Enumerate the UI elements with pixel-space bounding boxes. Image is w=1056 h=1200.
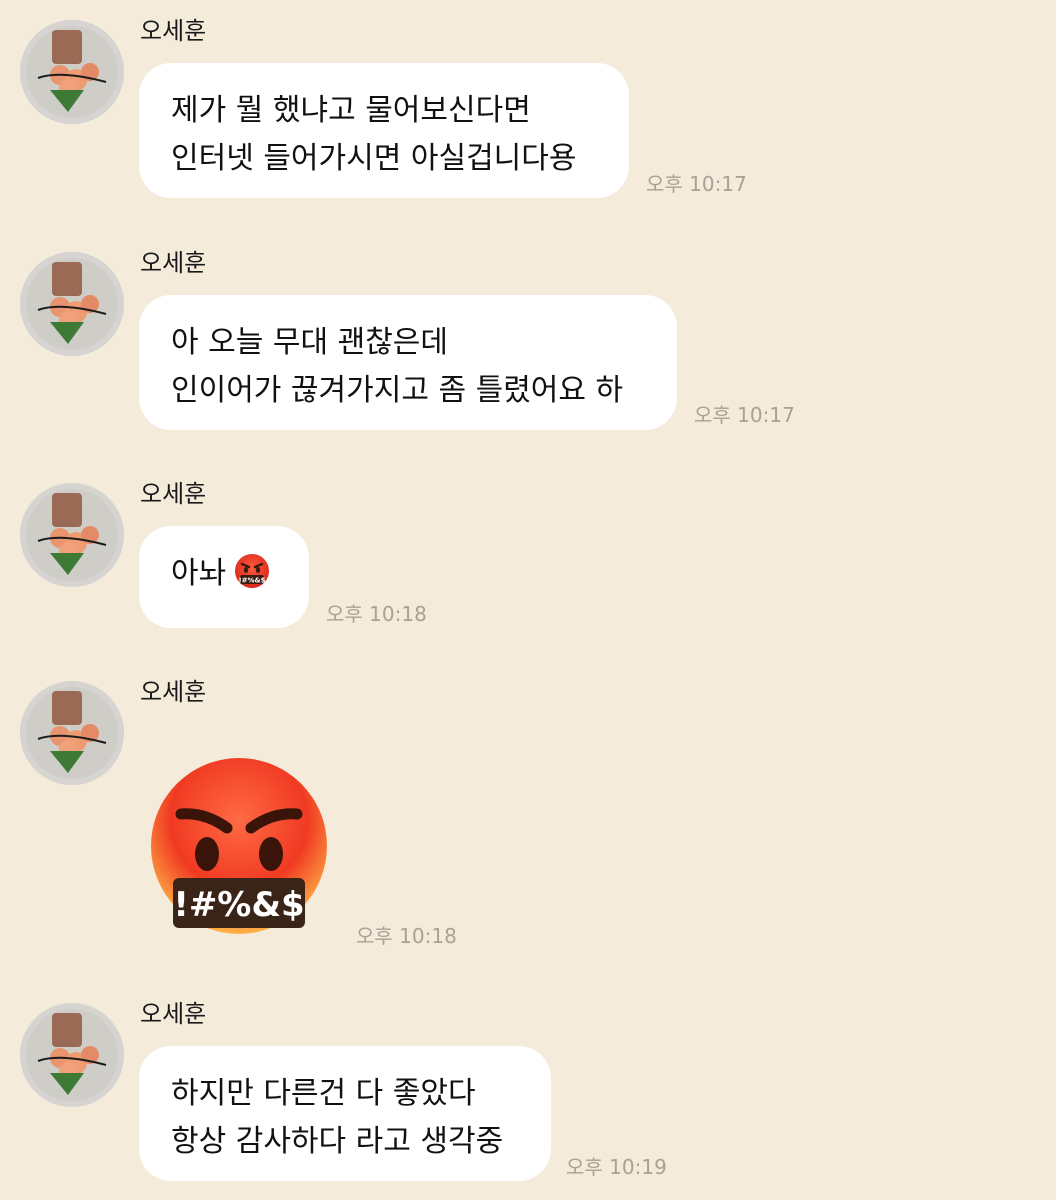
sender-name: 오세훈 (140, 1000, 207, 1028)
timestamp: 오후 10:18 (326, 602, 427, 626)
message-line: 항상 감사하다 라고 생각중 (171, 1124, 504, 1159)
avatar[interactable] (20, 681, 124, 785)
face-with-symbols-on-mouth-icon: !#%&$ (234, 553, 270, 604)
message-line: 인터넷 들어가시면 아실겁니다용 (171, 141, 577, 176)
sender-name: 오세훈 (140, 678, 207, 706)
timestamp: 오후 10:18 (356, 924, 457, 948)
message-line: 아놔 (171, 556, 227, 591)
emoji-symbols: !#%&$ (173, 885, 304, 925)
sender-name: 오세훈 (140, 249, 207, 277)
message-line: 제가 뭘 했냐고 물어보신다면 (171, 93, 531, 128)
avatar[interactable] (20, 20, 124, 124)
message-line: 아 오늘 무대 괜찮은데 (171, 325, 449, 360)
message-bubble[interactable]: 하지만 다른건 다 좋았다 항상 감사하다 라고 생각중 (139, 1046, 551, 1181)
message-bubble[interactable]: 제가 뭘 했냐고 물어보신다면 인터넷 들어가시면 아실겁니다용 (139, 63, 629, 198)
timestamp: 오후 10:17 (646, 172, 747, 196)
message-bubble[interactable]: 아놔 !#%&$ (139, 526, 309, 628)
svg-text:!#%&$: !#%&$ (239, 577, 266, 585)
sender-name: 오세훈 (140, 480, 207, 508)
avatar[interactable] (20, 1003, 124, 1107)
message-line: 하지만 다른건 다 좋았다 (171, 1076, 476, 1111)
sender-name: 오세훈 (140, 17, 207, 45)
avatar[interactable] (20, 483, 124, 587)
timestamp: 오후 10:19 (566, 1155, 667, 1179)
avatar[interactable] (20, 252, 124, 356)
message-line: 인이어가 끊겨가지고 좀 틀렸어요 하 (171, 373, 624, 408)
message-bubble[interactable]: 아 오늘 무대 괜찮은데 인이어가 끊겨가지고 좀 틀렸어요 하 (139, 295, 677, 430)
timestamp: 오후 10:17 (694, 403, 795, 427)
face-with-symbols-on-mouth-icon[interactable]: !#%&$ (145, 752, 335, 946)
